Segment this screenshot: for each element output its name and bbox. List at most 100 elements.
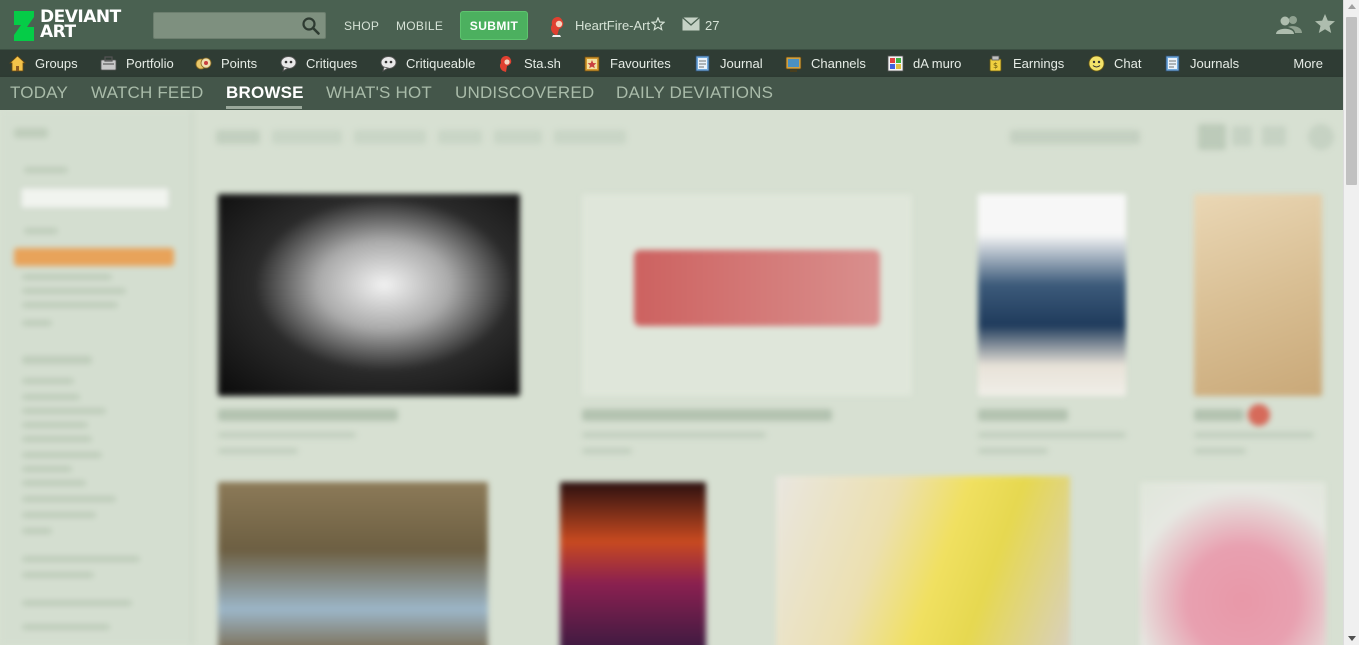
deviation-thumbnail[interactable] bbox=[582, 194, 912, 396]
sidebar-item[interactable] bbox=[22, 528, 52, 534]
logo-line-2: ART bbox=[40, 22, 76, 42]
scrollbar-thumb[interactable] bbox=[1346, 17, 1357, 185]
nav-item-critiques[interactable]: Critiques bbox=[280, 50, 357, 77]
sort-option[interactable] bbox=[554, 130, 626, 144]
nav-item-journal[interactable]: Journal bbox=[694, 50, 763, 77]
active-tab-indicator bbox=[226, 106, 302, 109]
nav-label: Points bbox=[221, 56, 258, 71]
nav-item-portfolio[interactable]: Portfolio bbox=[100, 50, 174, 77]
sidebar-item[interactable] bbox=[22, 572, 94, 578]
deviation-title[interactable] bbox=[218, 409, 398, 421]
sidebar-item[interactable] bbox=[22, 378, 74, 384]
sidebar-item[interactable] bbox=[22, 394, 80, 400]
deviation-thumbnail[interactable] bbox=[1194, 194, 1322, 396]
sidebar-item[interactable] bbox=[22, 288, 126, 294]
points-icon bbox=[195, 57, 212, 70]
sidebar-item[interactable] bbox=[22, 302, 118, 308]
sidebar-item[interactable] bbox=[22, 512, 96, 518]
deviation-thumbnail[interactable] bbox=[560, 482, 706, 645]
tab-undiscovered[interactable]: UNDISCOVERED bbox=[455, 83, 594, 103]
nav-label: Earnings bbox=[1013, 56, 1065, 71]
deviation-thumbnail[interactable] bbox=[978, 194, 1126, 396]
nav-item-points[interactable]: Points bbox=[195, 50, 257, 77]
page-scrollbar[interactable] bbox=[1343, 0, 1359, 645]
search-box[interactable] bbox=[153, 12, 326, 39]
mail-icon[interactable] bbox=[682, 17, 700, 31]
deviation-title[interactable] bbox=[582, 409, 832, 421]
view-toggle[interactable] bbox=[1262, 126, 1286, 146]
nav-item-critiqueable[interactable]: Critiqueable bbox=[380, 50, 475, 77]
nav-item-groups[interactable]: Groups bbox=[9, 50, 78, 77]
sidebar-item[interactable] bbox=[22, 274, 112, 280]
deviation-title[interactable] bbox=[1194, 409, 1244, 421]
sort-option[interactable] bbox=[354, 130, 426, 144]
nav-more-button[interactable]: More bbox=[1293, 50, 1323, 77]
user-avatar-icon[interactable] bbox=[548, 15, 568, 37]
nav-item-channels[interactable]: Channels bbox=[785, 50, 866, 77]
nav-item-earnings[interactable]: $ Earnings bbox=[987, 50, 1064, 77]
nav-label: Chat bbox=[1114, 56, 1142, 71]
critiqueable-icon bbox=[380, 56, 397, 72]
sidebar-item[interactable] bbox=[22, 436, 92, 442]
sidebar-item[interactable] bbox=[22, 466, 72, 472]
search-icon[interactable] bbox=[301, 16, 321, 36]
sidebar-item[interactable] bbox=[22, 452, 102, 458]
star-outline-icon[interactable] bbox=[651, 17, 665, 31]
sort-option[interactable] bbox=[494, 130, 542, 144]
sidebar-item[interactable] bbox=[22, 422, 88, 428]
deviation-thumbnail[interactable] bbox=[218, 482, 488, 645]
deviantart-logo[interactable]: DEVIANT ART bbox=[12, 9, 132, 43]
tab-today[interactable]: TODAY bbox=[10, 83, 68, 103]
tab-browse[interactable]: BROWSE bbox=[226, 83, 304, 103]
sidebar-item[interactable] bbox=[22, 600, 132, 606]
pager[interactable] bbox=[1010, 130, 1140, 144]
settings-toggle[interactable] bbox=[1308, 124, 1334, 150]
nav-item-stash[interactable]: Sta.sh bbox=[498, 50, 561, 77]
mobile-link[interactable]: MOBILE bbox=[396, 19, 443, 33]
chat-icon bbox=[1088, 55, 1105, 72]
username-link[interactable]: HeartFire-Art bbox=[575, 18, 650, 33]
deviation-thumbnail[interactable] bbox=[776, 476, 1070, 645]
deviation-meta bbox=[582, 432, 766, 438]
sidebar-search-input[interactable] bbox=[20, 187, 170, 209]
sidebar-item[interactable] bbox=[22, 496, 116, 502]
tab-watch-feed[interactable]: WATCH FEED bbox=[91, 83, 204, 103]
nav-item-chat[interactable]: Chat bbox=[1088, 50, 1141, 77]
browse-tabs: TODAY WATCH FEED BROWSE WHAT'S HOT UNDIS… bbox=[0, 77, 1343, 110]
sidebar-label bbox=[24, 167, 68, 173]
scroll-down-arrow-icon[interactable] bbox=[1348, 636, 1356, 641]
sidebar-item[interactable] bbox=[22, 408, 106, 414]
view-toggle[interactable] bbox=[1232, 126, 1252, 146]
nav-label: Journals bbox=[1190, 56, 1240, 71]
tab-daily-deviations[interactable]: DAILY DEVIATIONS bbox=[616, 83, 773, 103]
deviation-thumbnail[interactable] bbox=[1140, 482, 1326, 645]
nav-label: Channels bbox=[811, 56, 866, 71]
stash-icon bbox=[499, 56, 512, 72]
deviation-thumbnail[interactable] bbox=[218, 194, 520, 396]
sidebar-item[interactable] bbox=[22, 624, 110, 630]
nav-item-favourites[interactable]: Favourites bbox=[584, 50, 671, 77]
sidebar-subheading bbox=[22, 356, 92, 364]
shop-link[interactable]: SHOP bbox=[344, 19, 379, 33]
sidebar-item[interactable] bbox=[22, 480, 86, 486]
search-input[interactable] bbox=[154, 13, 299, 38]
nav-item-journals[interactable]: Journals bbox=[1164, 50, 1239, 77]
nav-label: Journal bbox=[720, 56, 763, 71]
sidebar-active-category[interactable] bbox=[14, 248, 174, 266]
tab-whats-hot[interactable]: WHAT'S HOT bbox=[326, 83, 432, 103]
main-nav: Groups Portfolio Points Critiques Critiq… bbox=[0, 50, 1343, 77]
submit-button[interactable]: SUBMIT bbox=[460, 11, 528, 40]
deviation-title[interactable] bbox=[978, 409, 1068, 421]
view-toggle[interactable] bbox=[1198, 124, 1226, 150]
favourites-star-icon[interactable] bbox=[1314, 13, 1336, 35]
scroll-up-arrow-icon[interactable] bbox=[1348, 4, 1356, 9]
sidebar-item[interactable] bbox=[22, 320, 52, 326]
mail-count[interactable]: 27 bbox=[705, 18, 719, 33]
nav-item-da-muro[interactable]: dA muro bbox=[887, 50, 961, 77]
sort-option[interactable] bbox=[216, 130, 260, 144]
sidebar-item[interactable] bbox=[22, 556, 140, 562]
sort-option[interactable] bbox=[272, 130, 342, 144]
sort-option[interactable] bbox=[438, 130, 482, 144]
channels-icon bbox=[785, 56, 802, 72]
friends-icon[interactable] bbox=[1276, 15, 1302, 35]
